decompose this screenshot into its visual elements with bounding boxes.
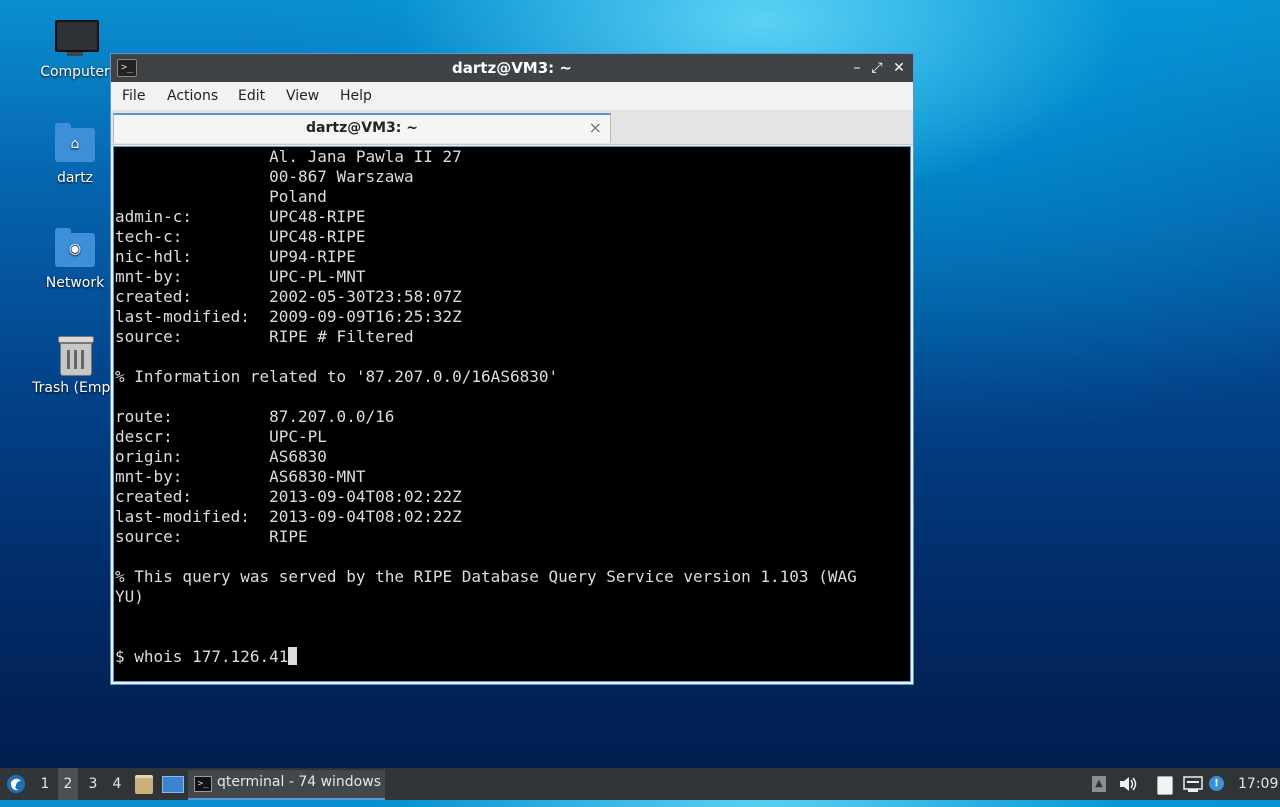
window-title: dartz@VM3: ~: [452, 59, 572, 77]
show-desktop-icon[interactable]: [162, 768, 184, 800]
prompt-line: $ whois 177.126.41: [115, 647, 289, 666]
maximize-icon[interactable]: ⤢: [867, 58, 887, 78]
desktop-icon-label: Network: [45, 275, 105, 291]
desktop-icon-label: dartz: [56, 170, 94, 186]
tab-bar: dartz@VM3: ~ ×: [111, 110, 913, 145]
desktop-icon-trash[interactable]: Trash (Empt: [24, 332, 124, 396]
desktop-icon-network[interactable]: ◉ Network: [29, 227, 121, 291]
tab-close-icon[interactable]: ×: [589, 118, 602, 137]
start-menu-icon[interactable]: [5, 768, 29, 800]
close-icon[interactable]: ✕: [889, 58, 909, 78]
window-titlebar[interactable]: >_ dartz@VM3: ~ – ⤢ ✕: [111, 54, 913, 82]
tray-up-arrow-icon[interactable]: ▲: [1092, 776, 1108, 792]
update-notifier-icon[interactable]: !: [1209, 776, 1225, 792]
menu-actions[interactable]: Actions: [167, 88, 218, 104]
desktop-switch-2[interactable]: 2: [58, 768, 78, 800]
tab-label: dartz@VM3: ~: [306, 120, 418, 136]
network-tray-icon[interactable]: [1183, 776, 1203, 792]
home-folder-icon: ⌂: [53, 122, 97, 166]
file-manager-icon[interactable]: [135, 768, 155, 800]
volume-icon[interactable]: [1119, 776, 1137, 792]
terminal-text: Al. Jana Pawla II 27 00-867 Warszawa Pol…: [115, 147, 857, 606]
desktop-icon-label: Computer: [40, 64, 110, 80]
terminal-window[interactable]: >_ dartz@VM3: ~ – ⤢ ✕ File Actions Edit …: [110, 53, 914, 685]
menu-file[interactable]: File: [122, 88, 145, 104]
text-cursor: [288, 647, 298, 665]
desktop-icon-computer[interactable]: Computer: [29, 16, 121, 80]
desktop-icon-label: Trash (Empt: [32, 380, 116, 396]
desktop-switch-1[interactable]: 1: [35, 768, 55, 800]
menubar: File Actions Edit View Help: [111, 82, 913, 110]
menu-edit[interactable]: Edit: [238, 88, 265, 104]
computer-icon: [53, 16, 99, 60]
clipboard-icon[interactable]: [1157, 776, 1173, 795]
network-folder-icon: ◉: [53, 227, 97, 271]
task-label: qterminal - 74 windows: [217, 774, 381, 790]
minimize-icon[interactable]: –: [847, 58, 867, 78]
trash-icon: [52, 332, 96, 376]
menu-view[interactable]: View: [286, 88, 319, 104]
clock[interactable]: 17:09: [1238, 768, 1278, 800]
desktop-switch-3[interactable]: 3: [83, 768, 103, 800]
tab-terminal[interactable]: dartz@VM3: ~ ×: [113, 113, 611, 143]
menu-help[interactable]: Help: [340, 88, 372, 104]
desktop-icon-home[interactable]: ⌂ dartz: [29, 122, 121, 186]
desktop-switch-4[interactable]: 4: [107, 768, 127, 800]
taskbar-task-qterminal[interactable]: >_ qterminal - 74 windows: [188, 770, 385, 800]
terminal-task-icon: >_: [194, 776, 212, 792]
taskbar: 1 2 3 4 >_ qterminal - 74 windows ▲ ! 17…: [0, 768, 1280, 800]
terminal-output[interactable]: Al. Jana Pawla II 27 00-867 Warszawa Pol…: [113, 146, 911, 682]
